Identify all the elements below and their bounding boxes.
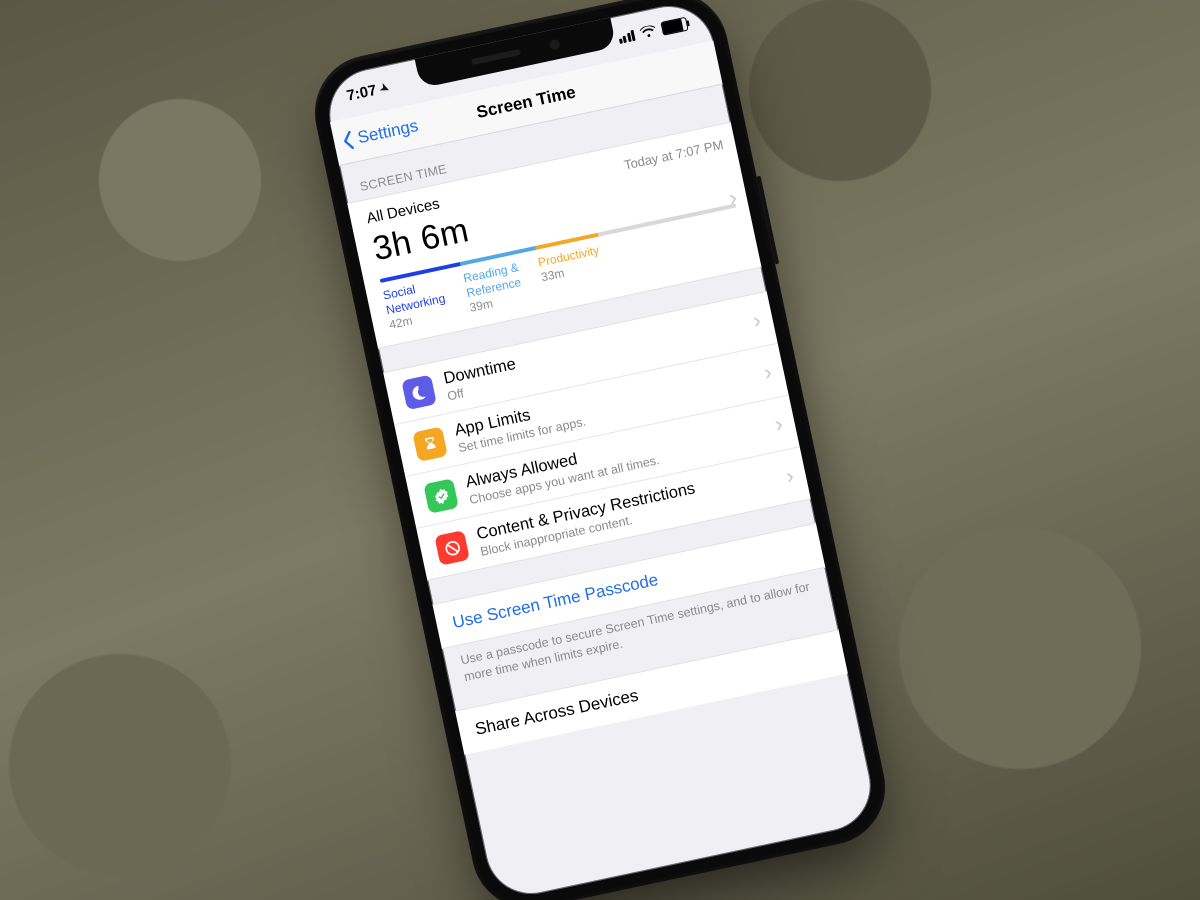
chevron-right-icon: ›: [762, 359, 775, 386]
back-label: Settings: [356, 116, 420, 148]
checkmark-seal-icon: [423, 478, 459, 514]
usage-category: Reading & Reference39m: [462, 256, 546, 316]
front-camera: [549, 39, 561, 51]
usage-category: Social Networking42m: [382, 272, 472, 333]
moon-icon: [401, 375, 437, 411]
phone-screen: 7:07 ➤ Settings: [321, 0, 879, 900]
location-arrow-icon: ➤: [378, 80, 392, 96]
photo-background: 7:07 ➤ Settings: [0, 0, 1200, 900]
phone-frame: 7:07 ➤ Settings: [304, 0, 896, 900]
status-time: 7:07: [345, 81, 378, 104]
hourglass-icon: [412, 426, 448, 462]
earpiece: [471, 49, 521, 65]
chevron-right-icon: ›: [751, 307, 764, 334]
usage-category: Productivity33m: [537, 242, 610, 299]
nosign-icon: [434, 530, 470, 566]
battery-icon: [660, 17, 688, 36]
page-title: Screen Time: [475, 82, 578, 123]
chevron-left-icon: [340, 130, 356, 152]
chevron-right-icon: ›: [784, 463, 797, 490]
cellular-signal-icon: [617, 29, 635, 43]
side-button: [757, 176, 780, 265]
chevron-right-icon: ›: [773, 411, 786, 438]
wifi-icon: [639, 23, 658, 42]
summary-timestamp: Today at 7:07 PM: [623, 137, 725, 173]
